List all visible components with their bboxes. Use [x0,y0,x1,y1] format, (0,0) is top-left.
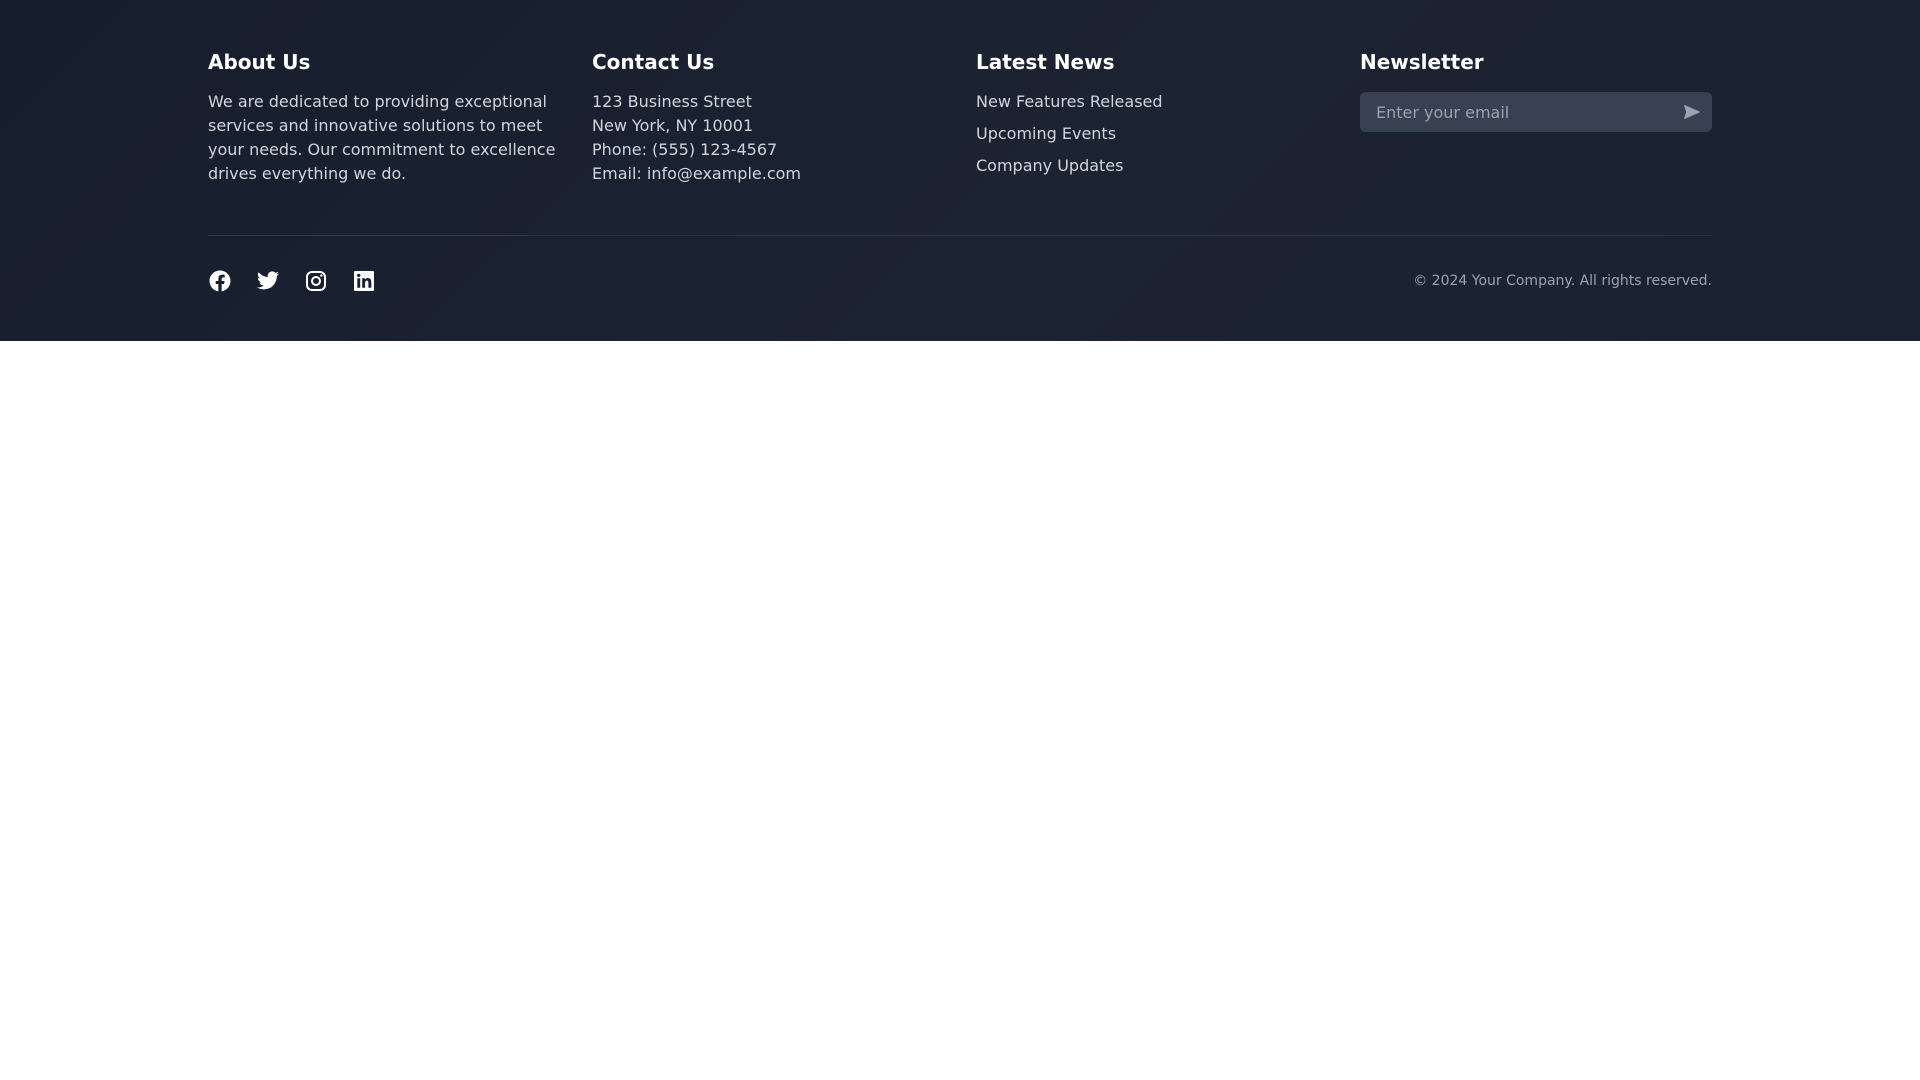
contact-address-street: 123 Business Street [592,92,752,111]
linkedin-icon [354,271,374,291]
footer-container: About Us We are dedicated to providing e… [208,0,1712,341]
news-section: Latest News New Features Released Upcomi… [976,50,1336,186]
facebook-link[interactable] [208,269,232,293]
newsletter-submit-button[interactable] [1680,100,1704,124]
contact-address-city: New York, NY 10001 [592,116,754,135]
instagram-link[interactable] [304,269,328,293]
about-section: About Us We are dedicated to providing e… [208,50,568,186]
social-links [208,269,376,293]
contact-phone: Phone: (555) 123-4567 [592,140,778,159]
about-title: About Us [208,50,311,74]
twitter-icon [257,271,279,290]
instagram-icon [306,271,326,291]
newsletter-form [1360,92,1712,132]
news-link-company-updates[interactable]: Company Updates [976,154,1336,178]
contact-email: Email: info@example.com [592,164,801,183]
news-link-new-features[interactable]: New Features Released [976,90,1336,114]
site-footer: About Us We are dedicated to providing e… [0,0,1920,341]
linkedin-link[interactable] [352,269,376,293]
twitter-link[interactable] [256,269,280,293]
news-list: New Features Released Upcoming Events Co… [976,90,1336,178]
about-text: We are dedicated to providing exceptiona… [208,92,556,183]
newsletter-title: Newsletter [1360,50,1484,74]
contact-title: Contact Us [592,50,715,74]
news-link-upcoming-events[interactable]: Upcoming Events [976,122,1336,146]
newsletter-email-input[interactable] [1360,92,1660,132]
news-title: Latest News [976,50,1115,74]
copyright-text: © 2024 Your Company. All rights reserved… [1413,273,1712,289]
contact-details: 123 Business Street New York, NY 10001 P… [592,90,952,186]
facebook-icon [209,270,231,292]
send-icon [1684,104,1700,120]
contact-section: Contact Us 123 Business Street New York,… [592,50,952,186]
newsletter-section: Newsletter [1360,50,1712,132]
footer-divider [208,235,1712,236]
